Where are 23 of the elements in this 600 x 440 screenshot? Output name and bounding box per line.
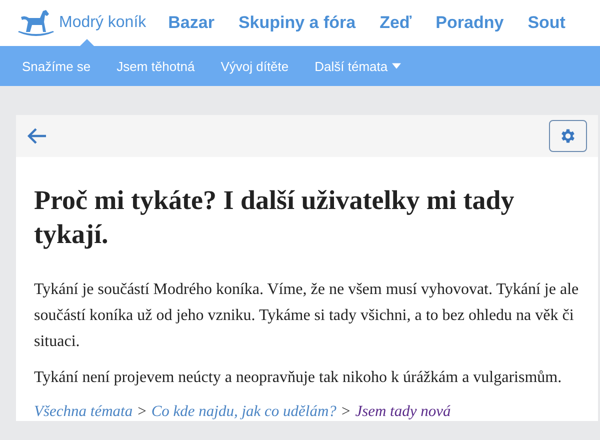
breadcrumb-separator: > <box>138 403 146 421</box>
article-title: Proč mi tykáte? I další uživatelky mi tady tykají. <box>34 184 516 251</box>
breadcrumb-link[interactable]: Co kde najdu, jak co udělám? <box>151 403 336 421</box>
breadcrumb-link[interactable]: Jsem tady nová <box>355 403 451 421</box>
rocking-horse-icon <box>16 8 56 38</box>
subnav-link[interactable]: Snažíme se <box>22 58 91 74</box>
subnav-link[interactable]: Další témata <box>314 58 401 74</box>
subnav-link[interactable]: Jsem těhotná <box>116 58 195 74</box>
nav-link[interactable]: Zeď <box>380 13 412 33</box>
subnav-link[interactable]: Vývoj dítěte <box>220 58 289 74</box>
nav-link[interactable]: Sout <box>528 13 566 33</box>
breadcrumb-link[interactable]: Všechna témata <box>34 403 133 421</box>
settings-button[interactable] <box>549 120 587 152</box>
paragraph: Tykání je součástí Modrého koníka. Víme, že ne všem musí vyhovovat. Tykání je ale součástí koníka už od jeho vzniku. Tykáme si tady všichni, a to bez ohledu na věk či situaci. <box>34 280 580 352</box>
nav-link[interactable]: Poradny <box>436 13 504 33</box>
gear-icon <box>559 127 577 145</box>
paragraph: Tykání není projevem neúcty a neopravňuje tak nikoho k úrážkám a vulgarismům. <box>34 368 563 388</box>
back-arrow-icon <box>27 128 47 144</box>
nav-link[interactable]: Skupiny a fóra <box>238 13 356 33</box>
breadcrumb-separator: > <box>341 403 350 421</box>
logo-link[interactable]: Modrý koník <box>16 0 146 46</box>
nav-link[interactable]: Bazar <box>168 13 214 33</box>
back-button[interactable] <box>25 126 49 146</box>
